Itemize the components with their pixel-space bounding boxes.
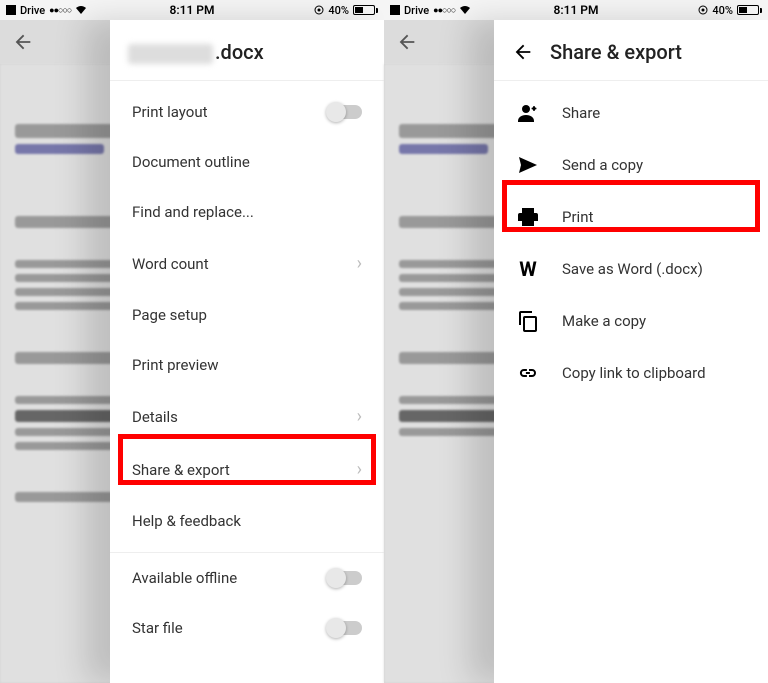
battery-pct: 40% (328, 4, 349, 17)
menu-item-label: Star file (132, 619, 328, 637)
menu-item-page-setup[interactable]: Page setup (110, 290, 384, 340)
menu-item-label: Copy link to clipboard (562, 364, 746, 382)
menu-item-star-file[interactable]: Star file (110, 603, 384, 653)
wifi-icon (75, 5, 87, 15)
menu-item-print[interactable]: Print (494, 191, 768, 243)
sheet-title: Share & export (550, 40, 682, 64)
app-icon (6, 5, 16, 15)
menu-item-find-and-replace-[interactable]: Find and replace... (110, 187, 384, 237)
chevron-right-icon: › (357, 459, 362, 480)
menu-item-copy-link-to-clipboard[interactable]: Copy link to clipboard (494, 347, 768, 399)
share-export-sheet: Share & export Share Send a copy Print W Sav… (494, 20, 768, 683)
link-icon (516, 361, 540, 385)
screen-right: Drive ●●○○○ 8:11 PM 40% (384, 0, 768, 683)
menu-item-make-a-copy[interactable]: Make a copy (494, 295, 768, 347)
back-arrow-icon[interactable] (396, 31, 418, 53)
copy-icon (516, 309, 540, 333)
menu-item-label: Print preview (132, 356, 362, 374)
chevron-right-icon: › (357, 253, 362, 274)
menu-item-label: Print layout (132, 103, 328, 121)
menu-item-available-offline[interactable]: Available offline (110, 553, 384, 603)
menu-item-print-layout[interactable]: Print layout (110, 87, 384, 137)
menu-item-label: Word count (132, 255, 357, 273)
person-add-icon (516, 101, 540, 125)
menu-item-label: Make a copy (562, 312, 746, 330)
menu-list: Share Send a copy Print W Save as Word (.doc… (494, 81, 768, 405)
screen-left: Drive ●●○○○ 8:11 PM 40% (0, 0, 384, 683)
status-time: 8:11 PM (553, 3, 598, 17)
menu-item-help-feedback[interactable]: Help & feedback (110, 496, 384, 546)
chevron-right-icon: › (357, 406, 362, 427)
menu-list: Print layout Document outline Find and rep… (110, 81, 384, 659)
printer-icon (516, 205, 540, 229)
menu-item-label: Page setup (132, 306, 362, 324)
menu-item-details[interactable]: Details› (110, 390, 384, 443)
status-bar: Drive ●●○○○ 8:11 PM 40% (0, 0, 384, 20)
battery-pct: 40% (712, 4, 733, 17)
menu-item-label: Help & feedback (132, 512, 362, 530)
menu-item-label: Share & export (132, 461, 357, 479)
battery-icon (737, 5, 762, 15)
carrier-label: Drive (20, 4, 45, 17)
menu-item-label: Share (562, 104, 746, 122)
signal-dots: ●●○○○ (49, 5, 71, 16)
toggle-switch[interactable] (328, 571, 362, 585)
menu-item-label: Print (562, 208, 746, 226)
menu-item-save-as-word-docx-[interactable]: W Save as Word (.docx) (494, 243, 768, 295)
w-icon: W (516, 257, 540, 281)
sheet-header: .docx (110, 20, 384, 74)
battery-icon (353, 5, 378, 15)
carrier-label: Drive (404, 4, 429, 17)
menu-item-label: Document outline (132, 153, 362, 171)
rotation-lock-icon (698, 5, 708, 15)
menu-item-label: Find and replace... (132, 203, 362, 221)
menu-item-send-a-copy[interactable]: Send a copy (494, 139, 768, 191)
menu-item-label: Save as Word (.docx) (562, 260, 746, 278)
signal-dots: ●●○○○ (433, 5, 455, 16)
menu-item-share[interactable]: Share (494, 87, 768, 139)
toggle-switch[interactable] (328, 621, 362, 635)
back-arrow-icon[interactable] (12, 31, 34, 53)
back-arrow-icon[interactable] (512, 41, 534, 63)
menu-item-label: Available offline (132, 569, 328, 587)
doc-title: .docx (128, 40, 264, 64)
svg-text:W: W (519, 257, 537, 281)
menu-item-share-export[interactable]: Share & export› (110, 443, 384, 496)
status-bar: Drive ●●○○○ 8:11 PM 40% (384, 0, 768, 20)
sheet-header: Share & export (494, 20, 768, 74)
wifi-icon (459, 5, 471, 15)
app-icon (390, 5, 400, 15)
menu-item-print-preview[interactable]: Print preview (110, 340, 384, 390)
options-sheet: .docx Print layout Document outline Find a… (110, 20, 384, 683)
rotation-lock-icon (314, 5, 324, 15)
menu-item-word-count[interactable]: Word count› (110, 237, 384, 290)
menu-item-label: Send a copy (562, 156, 746, 174)
send-icon (516, 153, 540, 177)
doc-title-suffix: .docx (215, 40, 264, 64)
toggle-switch[interactable] (328, 105, 362, 119)
status-time: 8:11 PM (169, 3, 214, 17)
doc-title-blurred (128, 44, 213, 64)
menu-item-document-outline[interactable]: Document outline (110, 137, 384, 187)
menu-item-label: Details (132, 408, 357, 426)
